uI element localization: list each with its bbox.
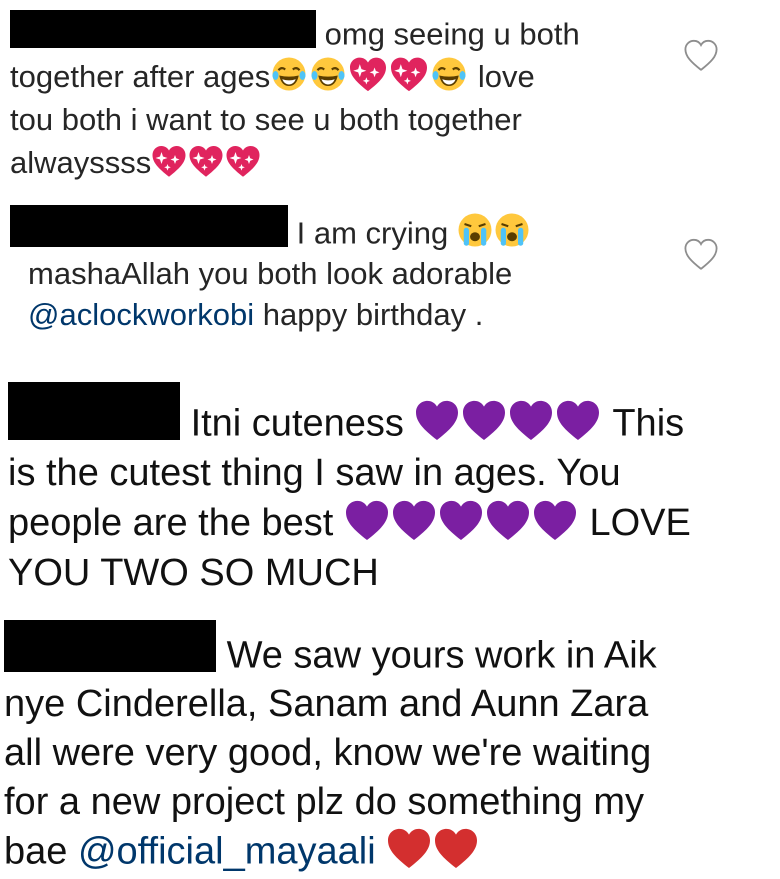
red-heart-icon — [433, 827, 479, 869]
comment-4: We saw yours work in Aik nye Cinderella,… — [4, 620, 657, 877]
purple-heart-icon — [414, 399, 460, 441]
comment-text: LOVE — [589, 502, 691, 545]
comment-text: YOU TWO SO MUCH — [8, 552, 379, 595]
comment-text: love — [477, 59, 535, 95]
comment-text: This — [612, 402, 685, 445]
comment-text: Itni cuteness — [190, 402, 404, 445]
comment-line: We saw yours work in Aik — [4, 620, 657, 680]
heart-outline-icon — [684, 237, 718, 271]
comment-text: is the cutest thing I saw in ages. You — [8, 452, 621, 495]
redacted-username — [4, 620, 216, 672]
purple-heart-icon — [532, 499, 578, 541]
comment-text: nye Cinderella, Sanam and Aunn Zara — [4, 683, 649, 726]
comment-line: @aclockworkobi happy birthday . — [10, 294, 531, 335]
loudly-crying-face-icon — [494, 212, 530, 248]
comment-text: all were very good, know we're waiting — [4, 732, 652, 775]
like-comment-button[interactable] — [684, 38, 718, 72]
comment-line: Itni cuteness This — [8, 382, 691, 448]
redacted-username — [10, 10, 316, 48]
comment-text: alwayssss — [10, 145, 152, 181]
purple-heart-icon — [485, 499, 531, 541]
user-mention-link[interactable]: @official_mayaali — [78, 831, 376, 873]
comment-3: Itni cuteness This is the cutest thing I… — [8, 382, 691, 598]
red-heart-icon — [386, 827, 432, 869]
comment-2: I am crying mashaAllah you both look ado… — [10, 205, 531, 335]
comment-1: omg seeing u both together after ages lo… — [10, 10, 580, 184]
heart-outline-icon — [684, 38, 718, 72]
sparkling-heart-icon — [151, 144, 187, 178]
comment-line: together after ages love — [10, 55, 580, 98]
comment-text: tou both i want to see u both together — [10, 102, 522, 138]
comment-line: bae @official_mayaali — [4, 827, 657, 876]
comment-text: mashaAllah you both look adorable — [28, 256, 513, 292]
comment-text: omg seeing u both — [324, 16, 580, 52]
comment-text: happy birthday . — [254, 297, 484, 333]
sparkling-heart-icon — [188, 144, 224, 178]
face-with-tears-of-joy-icon — [309, 56, 347, 92]
purple-heart-icon — [344, 499, 390, 541]
sparkling-heart-icon — [225, 144, 261, 178]
loudly-crying-face-icon — [457, 212, 493, 248]
comment-text: bae — [4, 830, 78, 873]
like-comment-button[interactable] — [684, 237, 718, 271]
comment-line: alwayssss — [10, 141, 580, 184]
purple-heart-icon — [438, 499, 484, 541]
face-with-tears-of-joy-icon — [270, 56, 308, 92]
face-with-tears-of-joy-icon — [430, 56, 468, 92]
comment-text: together after ages — [10, 59, 271, 95]
comment-line: people are the best LOVE — [8, 498, 691, 548]
comment-text: I am crying — [296, 215, 449, 251]
user-mention-link[interactable]: @aclockworkobi — [28, 297, 254, 332]
sparkling-heart-icon — [348, 56, 388, 92]
comment-line: I am crying — [10, 205, 531, 253]
comment-text: people are the best — [8, 502, 334, 545]
comment-text: We saw yours work in Aik — [226, 634, 657, 677]
purple-heart-icon — [391, 499, 437, 541]
redacted-username — [8, 382, 180, 440]
purple-heart-icon — [555, 399, 601, 441]
purple-heart-icon — [508, 399, 554, 441]
redacted-username — [10, 205, 288, 247]
purple-heart-icon — [461, 399, 507, 441]
sparkling-heart-icon — [389, 56, 429, 92]
comment-text: for a new project plz do something my — [4, 781, 644, 824]
comment-line: omg seeing u both — [10, 10, 580, 55]
